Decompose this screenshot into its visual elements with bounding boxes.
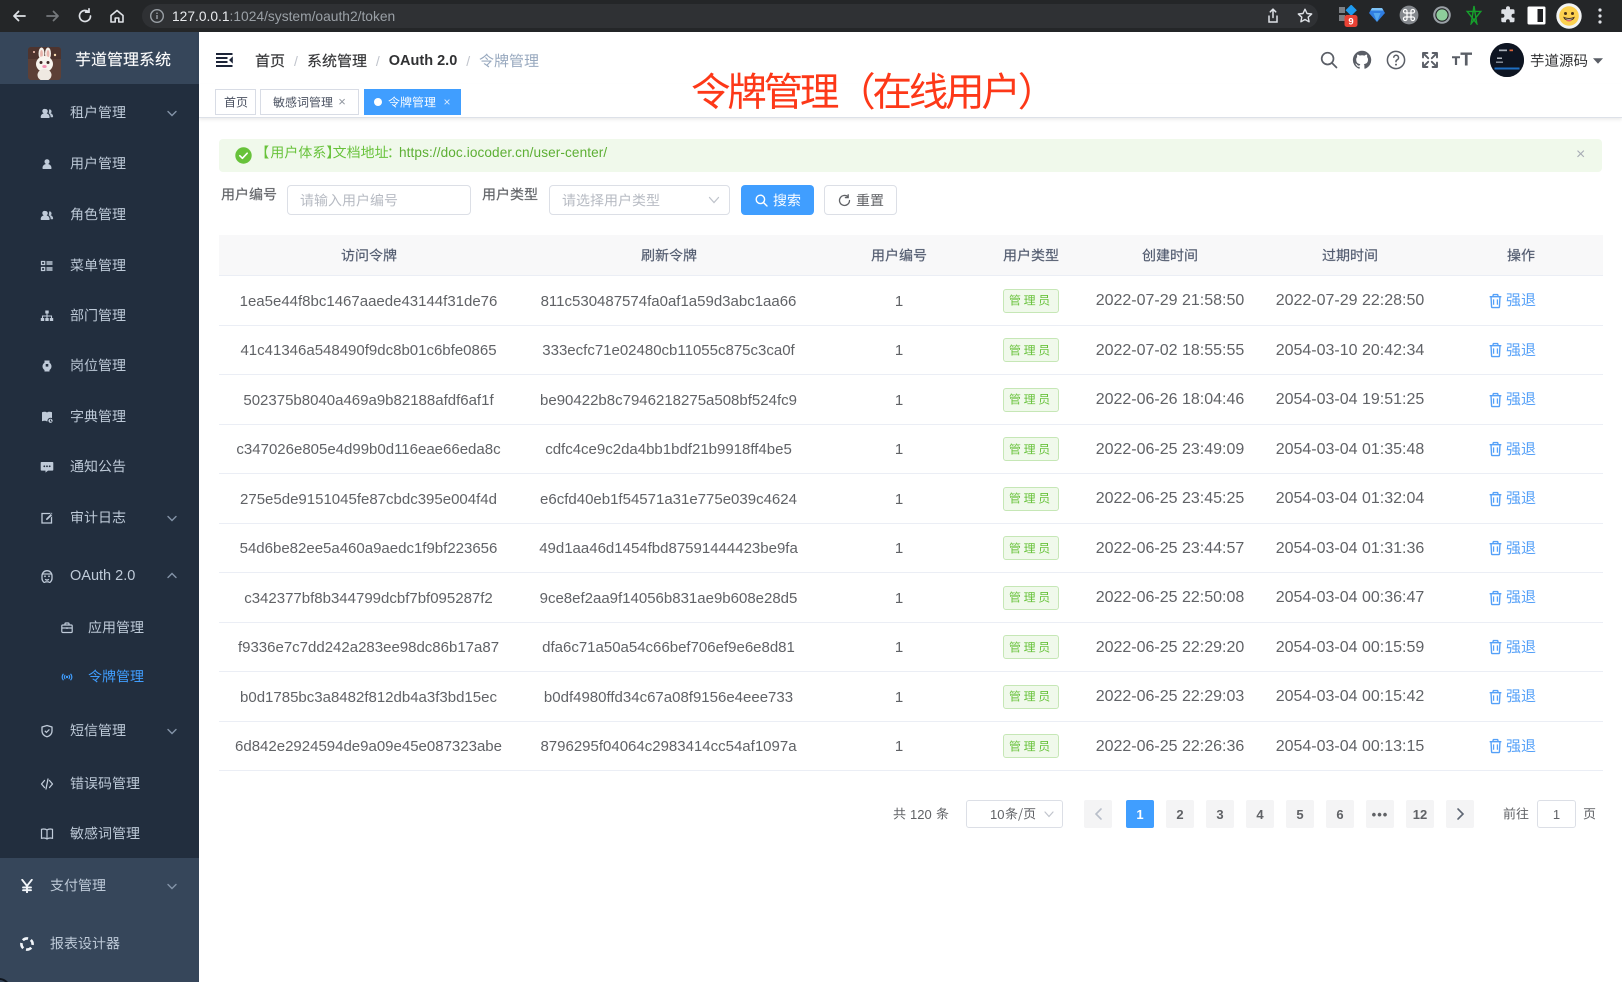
svg-text:9: 9 [1348, 17, 1353, 27]
